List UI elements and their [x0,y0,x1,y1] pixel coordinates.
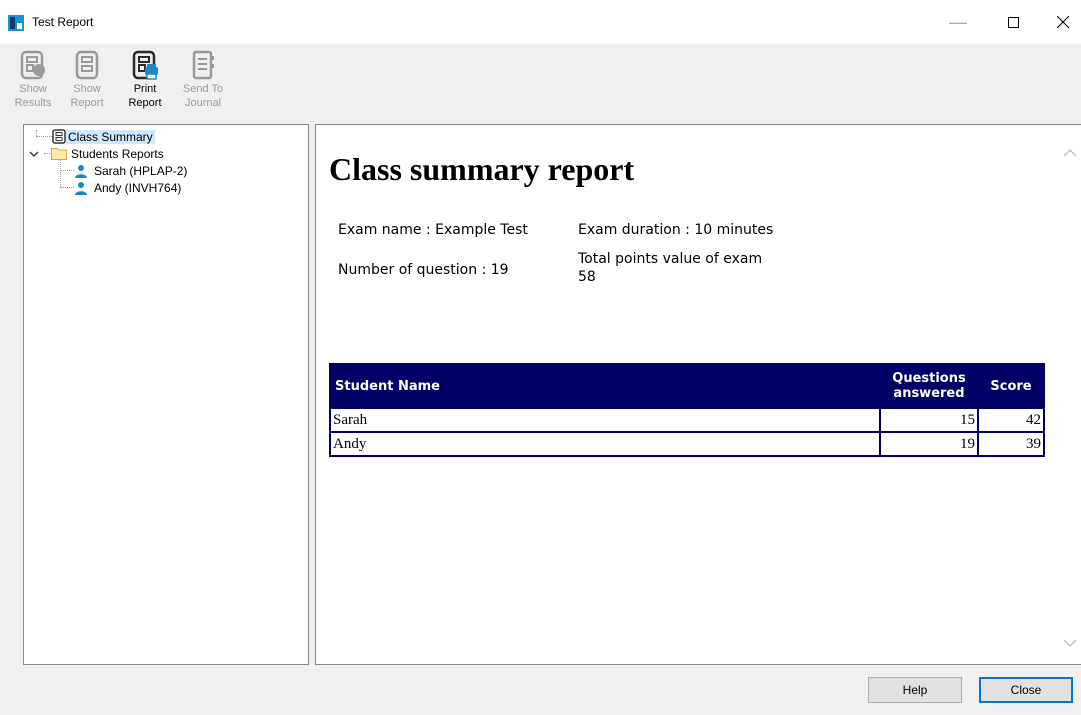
exam-name: Exam name : Example Test [338,222,528,238]
column-header-questions-answered: Questions answered [879,363,979,409]
tree-item-student[interactable]: Sarah (HPLAP-2) [74,162,189,179]
class-summary-table: Student Name Questions answered Score Sa… [329,363,1045,457]
report-title: Class summary report [329,151,635,187]
total-points-label: Total points value of exam [578,251,763,267]
report-view[interactable]: Class summary report Exam name : Example… [315,124,1081,665]
send-to-journal-button[interactable]: Send To Journal [178,48,228,114]
show-report-label: Show Report [70,83,104,109]
questions-answered-cell: 15 [879,407,979,433]
chevron-up-icon [1063,149,1077,157]
show-results-icon [20,50,45,80]
table-row: Sarah 15 42 [329,407,1045,433]
column-header-score: Score [977,363,1045,409]
tree-connector [36,136,52,137]
user-icon [75,164,87,178]
tree-item-class-summary[interactable]: Class Summary [52,128,155,145]
send-to-journal-label: Send To Journal [182,83,224,109]
report-icon [52,129,66,144]
chevron-down-icon[interactable] [29,149,39,159]
scroll-down-button[interactable] [1063,635,1077,649]
tree-connector [60,159,61,187]
app-icon [8,15,24,31]
tree-item-label: Sarah (HPLAP-2) [94,163,188,178]
minimize-button[interactable]: — [935,6,981,38]
tree-item-label: Class Summary [66,129,155,144]
total-points-value: 58 [578,269,596,285]
student-name-cell: Sarah [329,407,881,433]
close-button[interactable]: Close [979,677,1073,703]
print-report-button[interactable]: Print Report [120,48,170,114]
show-results-label: Show Results [14,83,52,109]
user-icon [75,181,87,195]
show-report-icon [75,50,99,80]
folder-icon [51,148,67,160]
tree-item-student[interactable]: Andy (INVH764) [74,179,183,196]
number-of-questions: Number of question : 19 [338,262,509,278]
score-cell: 42 [977,407,1045,433]
tree-item-label: Andy (INVH764) [94,180,182,195]
send-to-journal-icon [192,50,214,80]
title-bar: Test Report — [0,0,1081,44]
close-window-button[interactable] [1040,6,1081,38]
report-tree[interactable]: Class Summary Students Reports Sarah (HP… [23,124,309,665]
column-header-student-name: Student Name [329,363,881,409]
close-icon [1057,16,1069,28]
tree-item-label: Students Reports [71,146,164,161]
scroll-up-button[interactable] [1063,145,1077,159]
tree-connector [36,130,37,136]
score-cell: 39 [977,431,1045,457]
maximize-button[interactable] [990,6,1036,38]
show-report-button[interactable]: Show Report [62,48,112,114]
print-report-label: Print Report [128,83,162,109]
tree-connector [60,170,74,171]
tree-item-students-reports[interactable]: Students Reports [29,145,166,162]
help-button[interactable]: Help [868,677,962,703]
toolbar: Show Results Show Report Print Report Se… [0,44,1081,118]
print-report-icon [132,50,158,80]
student-name-cell: Andy [329,431,881,457]
questions-answered-cell: 19 [879,431,979,457]
window-title: Test Report [32,15,94,29]
exam-duration: Exam duration : 10 minutes [578,222,774,238]
table-header-row: Student Name Questions answered Score [329,363,1045,409]
table-row: Andy 19 39 [329,431,1045,457]
maximize-icon [1007,16,1019,28]
tree-connector [60,187,74,188]
show-results-button[interactable]: Show Results [8,48,58,114]
chevron-down-icon [1063,639,1077,647]
